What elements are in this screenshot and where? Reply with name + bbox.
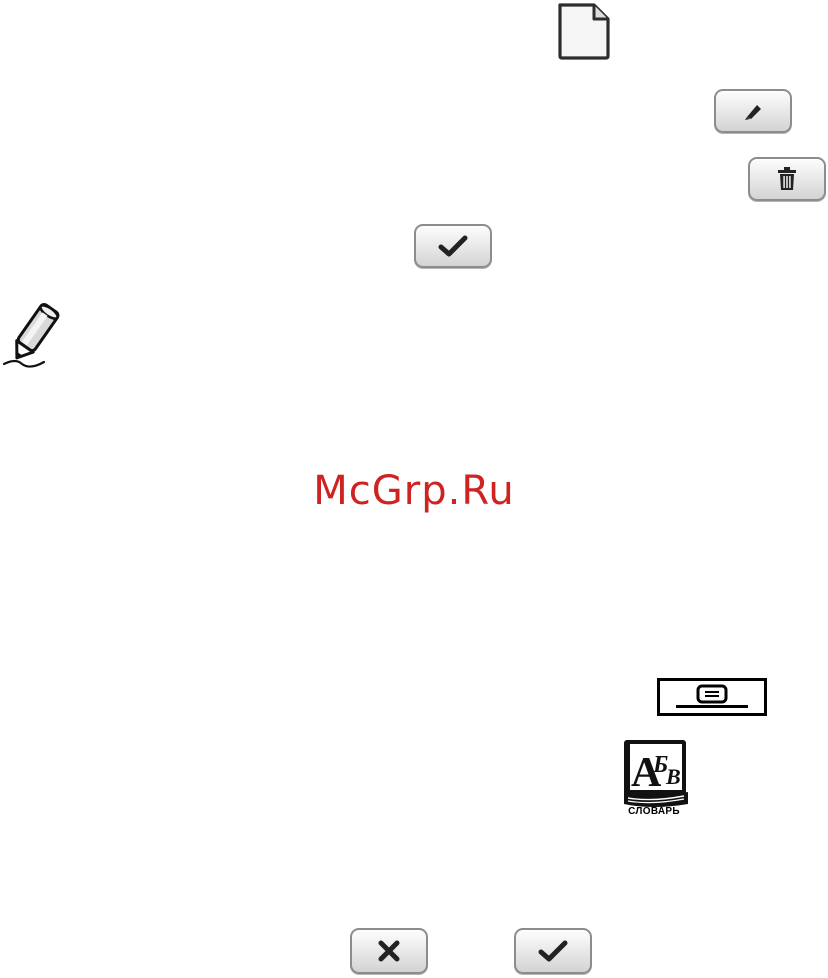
menu-key-button xyxy=(657,678,767,716)
checkmark-icon xyxy=(538,940,568,962)
watermark-text: McGrp.Ru xyxy=(313,468,515,514)
cancel-button[interactable] xyxy=(350,928,428,974)
delete-button[interactable] xyxy=(748,157,826,201)
confirm-button[interactable] xyxy=(414,224,492,268)
note-pencil-icon xyxy=(2,303,60,368)
checkmark-icon xyxy=(438,235,468,257)
document-icon xyxy=(558,3,610,60)
edit-button[interactable] xyxy=(714,89,792,133)
trash-icon xyxy=(778,167,796,190)
pencil-icon xyxy=(745,105,761,120)
dictionary-label: СЛОВАРЬ xyxy=(628,806,680,817)
close-icon xyxy=(378,940,400,962)
menu-key-icon xyxy=(676,684,748,708)
svg-text:В: В xyxy=(665,764,681,789)
confirm-button-bottom[interactable] xyxy=(514,928,592,974)
